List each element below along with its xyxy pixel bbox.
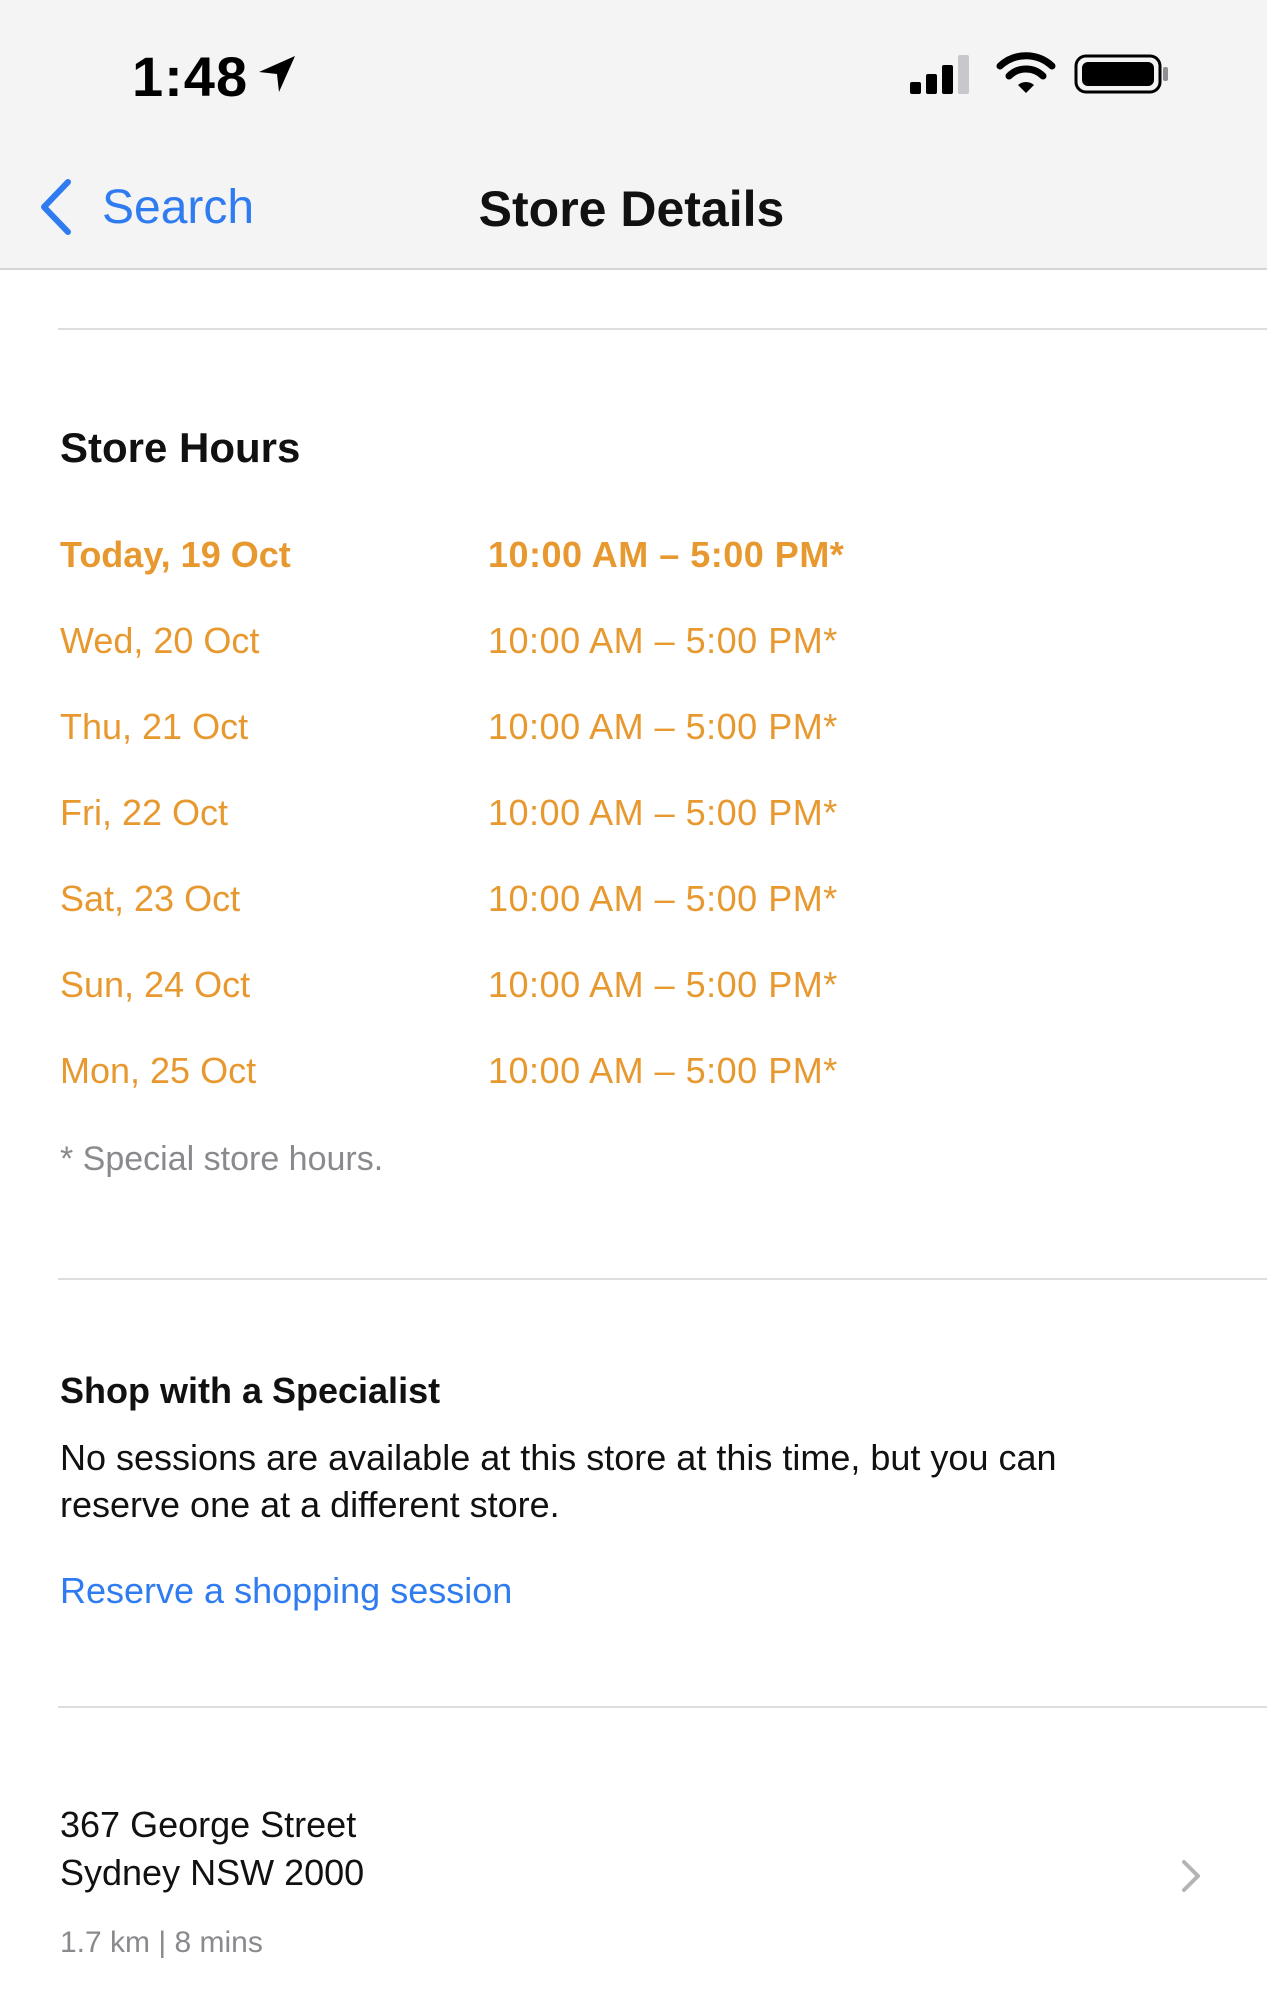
page-title: Store Details [478,181,785,237]
cellular-signal-icon [910,55,969,94]
hours-day: Thu, 21 Oct [60,706,249,747]
hours-day: Sun, 24 Oct [60,964,251,1005]
store-address-row[interactable]: 367 George Street Sydney NSW 2000 1.7 km… [0,1756,1267,2000]
hours-row: Sun, 24 Oct 10:00 AM – 5:00 PM* [60,964,1060,1020]
hours-time: 10:00 AM – 5:00 PM* [488,792,838,833]
hours-row: Fri, 22 Oct 10:00 AM – 5:00 PM* [60,792,1060,848]
battery-icon [1074,54,1168,94]
hours-time: 10:00 AM – 5:00 PM* [488,534,845,575]
hours-day: Wed, 20 Oct [60,620,260,661]
special-hours-footnote: * Special store hours. [60,1140,384,1178]
hours-row: Sat, 23 Oct 10:00 AM – 5:00 PM* [60,878,1060,934]
hours-row-today: Today, 19 Oct 10:00 AM – 5:00 PM* [60,534,1060,590]
hours-day: Today, 19 Oct [60,534,291,575]
wifi-icon [996,52,1056,93]
distance-info: 1.7 km | 8 mins [60,1926,263,1959]
navigation-bar: Search Store Details [0,150,1267,270]
section-divider [58,1278,1267,1280]
hours-time: 10:00 AM – 5:00 PM* [488,1050,838,1091]
specialist-heading: Shop with a Specialist [60,1370,441,1411]
address-street: 367 George Street [60,1804,357,1845]
hours-day: Sat, 23 Oct [60,878,241,919]
status-bar: 1:48 [0,0,1267,150]
chevron-right-icon [1182,1860,1200,1892]
hours-day: Fri, 22 Oct [60,792,229,833]
location-arrow-icon [259,56,295,92]
hours-row: Thu, 21 Oct 10:00 AM – 5:00 PM* [60,706,1060,762]
reserve-session-link[interactable]: Reserve a shopping session [60,1570,512,1612]
hours-time: 10:00 AM – 5:00 PM* [488,620,838,661]
hours-time: 10:00 AM – 5:00 PM* [488,706,838,747]
section-divider [58,1706,1267,1708]
specialist-description: No sessions are available at this store … [60,1437,1057,1525]
hours-time: 10:00 AM – 5:00 PM* [488,964,838,1005]
status-time: 1:48 [132,45,249,108]
store-hours-heading: Store Hours [60,424,301,471]
hours-day: Mon, 25 Oct [60,1050,257,1091]
hours-time: 10:00 AM – 5:00 PM* [488,878,838,919]
hours-row: Mon, 25 Oct 10:00 AM – 5:00 PM* [60,1050,1060,1106]
section-divider [58,328,1267,330]
hours-row: Wed, 20 Oct 10:00 AM – 5:00 PM* [60,620,1060,676]
address-city: Sydney NSW 2000 [60,1852,365,1893]
